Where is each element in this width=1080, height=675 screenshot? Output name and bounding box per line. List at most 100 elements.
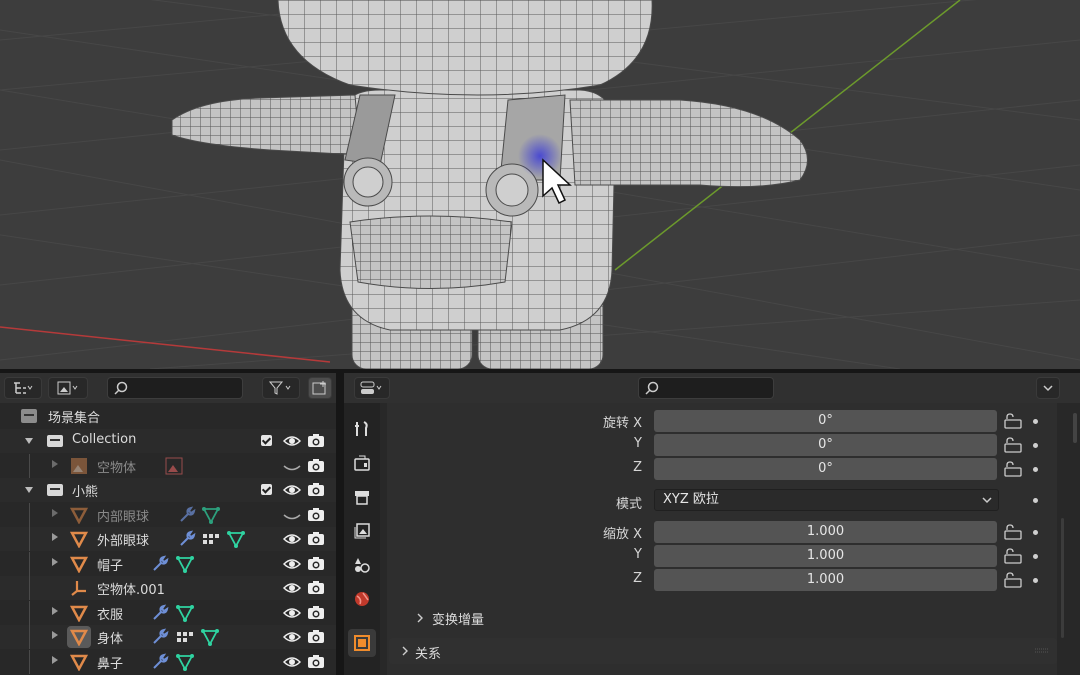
rotation-x-label: 旋转 X (602, 416, 642, 431)
expand-arrow-icon[interactable] (52, 558, 58, 566)
new-collection-icon (312, 381, 326, 395)
x-axis-line (0, 326, 331, 363)
tab-world[interactable] (348, 585, 376, 613)
relations-panel-header[interactable]: 关系 (389, 638, 1057, 664)
lock-icon[interactable] (1004, 524, 1022, 540)
camera-icon[interactable] (307, 506, 325, 524)
scale-x-label: 缩放 X (602, 527, 642, 542)
3d-viewport[interactable] (0, 0, 1080, 369)
row-label: 小熊 (72, 485, 99, 500)
tab-scene[interactable] (348, 551, 376, 579)
camera-icon[interactable] (307, 628, 325, 646)
collection-icon (47, 435, 63, 447)
outliner-row-collection[interactable]: Collection (0, 429, 336, 453)
tab-output[interactable] (348, 483, 376, 511)
filter-button[interactable] (262, 377, 300, 399)
viewport-scene (0, 0, 1080, 369)
delta-transform-subpanel[interactable]: 变换增量 (404, 607, 704, 629)
outliner-row-hat[interactable]: 帽子 (0, 552, 336, 576)
lock-icon[interactable] (1004, 572, 1022, 588)
keyframe-dot[interactable] (1033, 443, 1038, 448)
eye-icon[interactable] (283, 530, 301, 548)
camera-icon[interactable] (307, 579, 325, 597)
exclude-checkbox[interactable] (261, 435, 272, 446)
editor-type-button[interactable] (354, 377, 390, 399)
eye-icon[interactable] (283, 604, 301, 622)
outliner-row-inner-eyeball[interactable]: 内部眼球 (0, 503, 336, 527)
outliner-row-scene-collection[interactable]: 场景集合 (0, 404, 336, 428)
scale-x-field[interactable]: 1.000 (654, 521, 997, 543)
expand-arrow-icon[interactable] (52, 533, 58, 541)
rotation-y-field[interactable]: 0° (654, 434, 997, 456)
expand-arrow-icon[interactable] (25, 438, 33, 444)
funnel-icon (269, 381, 291, 395)
chevron-right-icon (417, 613, 423, 623)
keyframe-dot[interactable] (1033, 578, 1038, 583)
keyframe-dot[interactable] (1033, 419, 1038, 424)
scale-y-field[interactable]: 1.000 (654, 545, 997, 567)
options-dropdown-button[interactable] (1036, 377, 1060, 399)
mesh-data-icon (176, 605, 194, 622)
scale-z-label: Z (633, 571, 642, 586)
camera-icon[interactable] (307, 530, 325, 548)
outliner-row-empty-001[interactable]: 空物体.001 (0, 576, 336, 600)
image-empty-icon (71, 458, 87, 474)
camera-icon[interactable] (307, 457, 325, 475)
eye-icon[interactable] (283, 432, 301, 450)
keyframe-dot[interactable] (1033, 467, 1038, 472)
keyframe-dot[interactable] (1033, 554, 1038, 559)
expand-arrow-icon[interactable] (25, 487, 33, 493)
eye-icon[interactable] (283, 628, 301, 646)
outliner-row-nose[interactable]: 鼻子 (0, 650, 336, 674)
new-collection-button[interactable] (308, 377, 332, 399)
display-mode-button[interactable] (48, 377, 88, 399)
bear-model (171, 0, 808, 369)
expand-arrow-icon[interactable] (52, 631, 58, 639)
expand-arrow-icon[interactable] (52, 607, 58, 615)
eye-icon[interactable] (283, 555, 301, 573)
outliner-row-bear-collection[interactable]: 小熊 (0, 478, 336, 502)
camera-icon[interactable] (307, 604, 325, 622)
expand-arrow-icon[interactable] (52, 656, 58, 664)
properties-search-input[interactable] (638, 377, 774, 399)
eye-icon[interactable] (283, 579, 301, 597)
lock-icon[interactable] (1004, 461, 1022, 477)
scale-z-field[interactable]: 1.000 (654, 569, 997, 591)
rotation-mode-dropdown[interactable]: XYZ 欧拉 (654, 489, 999, 511)
drag-handle-icon[interactable] (1035, 647, 1049, 655)
keyframe-dot[interactable] (1033, 530, 1038, 535)
collection-icon (47, 484, 63, 496)
tab-render[interactable] (348, 449, 376, 477)
outliner-row-body[interactable]: 身体 (0, 625, 336, 649)
lock-icon[interactable] (1004, 413, 1022, 429)
expand-arrow-icon[interactable] (52, 509, 58, 517)
camera-icon[interactable] (307, 432, 325, 450)
camera-icon[interactable] (307, 481, 325, 499)
rotation-x-field[interactable]: 0° (654, 410, 997, 432)
camera-icon[interactable] (307, 653, 325, 671)
lock-icon[interactable] (1004, 437, 1022, 453)
rotation-z-field[interactable]: 0° (654, 458, 997, 480)
camera-icon[interactable] (307, 555, 325, 573)
mesh-object-icon (70, 556, 88, 573)
eye-icon[interactable] (283, 481, 301, 499)
tab-view-layer[interactable] (348, 517, 376, 545)
properties-scrollbar[interactable] (1073, 413, 1077, 443)
eye-closed-icon[interactable] (283, 506, 301, 524)
expand-arrow-icon[interactable] (52, 460, 58, 468)
properties-scrollbar-track[interactable] (1061, 518, 1064, 638)
properties-header (344, 373, 1080, 403)
outliner-search-input[interactable] (107, 377, 243, 399)
outliner-row-outer-eyeball[interactable]: 外部眼球 (0, 527, 336, 551)
tab-tool[interactable] (348, 415, 376, 443)
editor-type-button[interactable] (4, 377, 42, 399)
lock-icon[interactable] (1004, 548, 1022, 564)
outliner-row-empty[interactable]: 空物体 (0, 454, 336, 478)
chevron-right-icon (402, 646, 408, 656)
eye-closed-icon[interactable] (283, 457, 301, 475)
outliner-row-clothes[interactable]: 衣服 (0, 601, 336, 625)
exclude-checkbox[interactable] (261, 484, 272, 495)
eye-icon[interactable] (283, 653, 301, 671)
keyframe-dot[interactable] (1033, 498, 1038, 503)
tab-object[interactable] (348, 629, 376, 657)
